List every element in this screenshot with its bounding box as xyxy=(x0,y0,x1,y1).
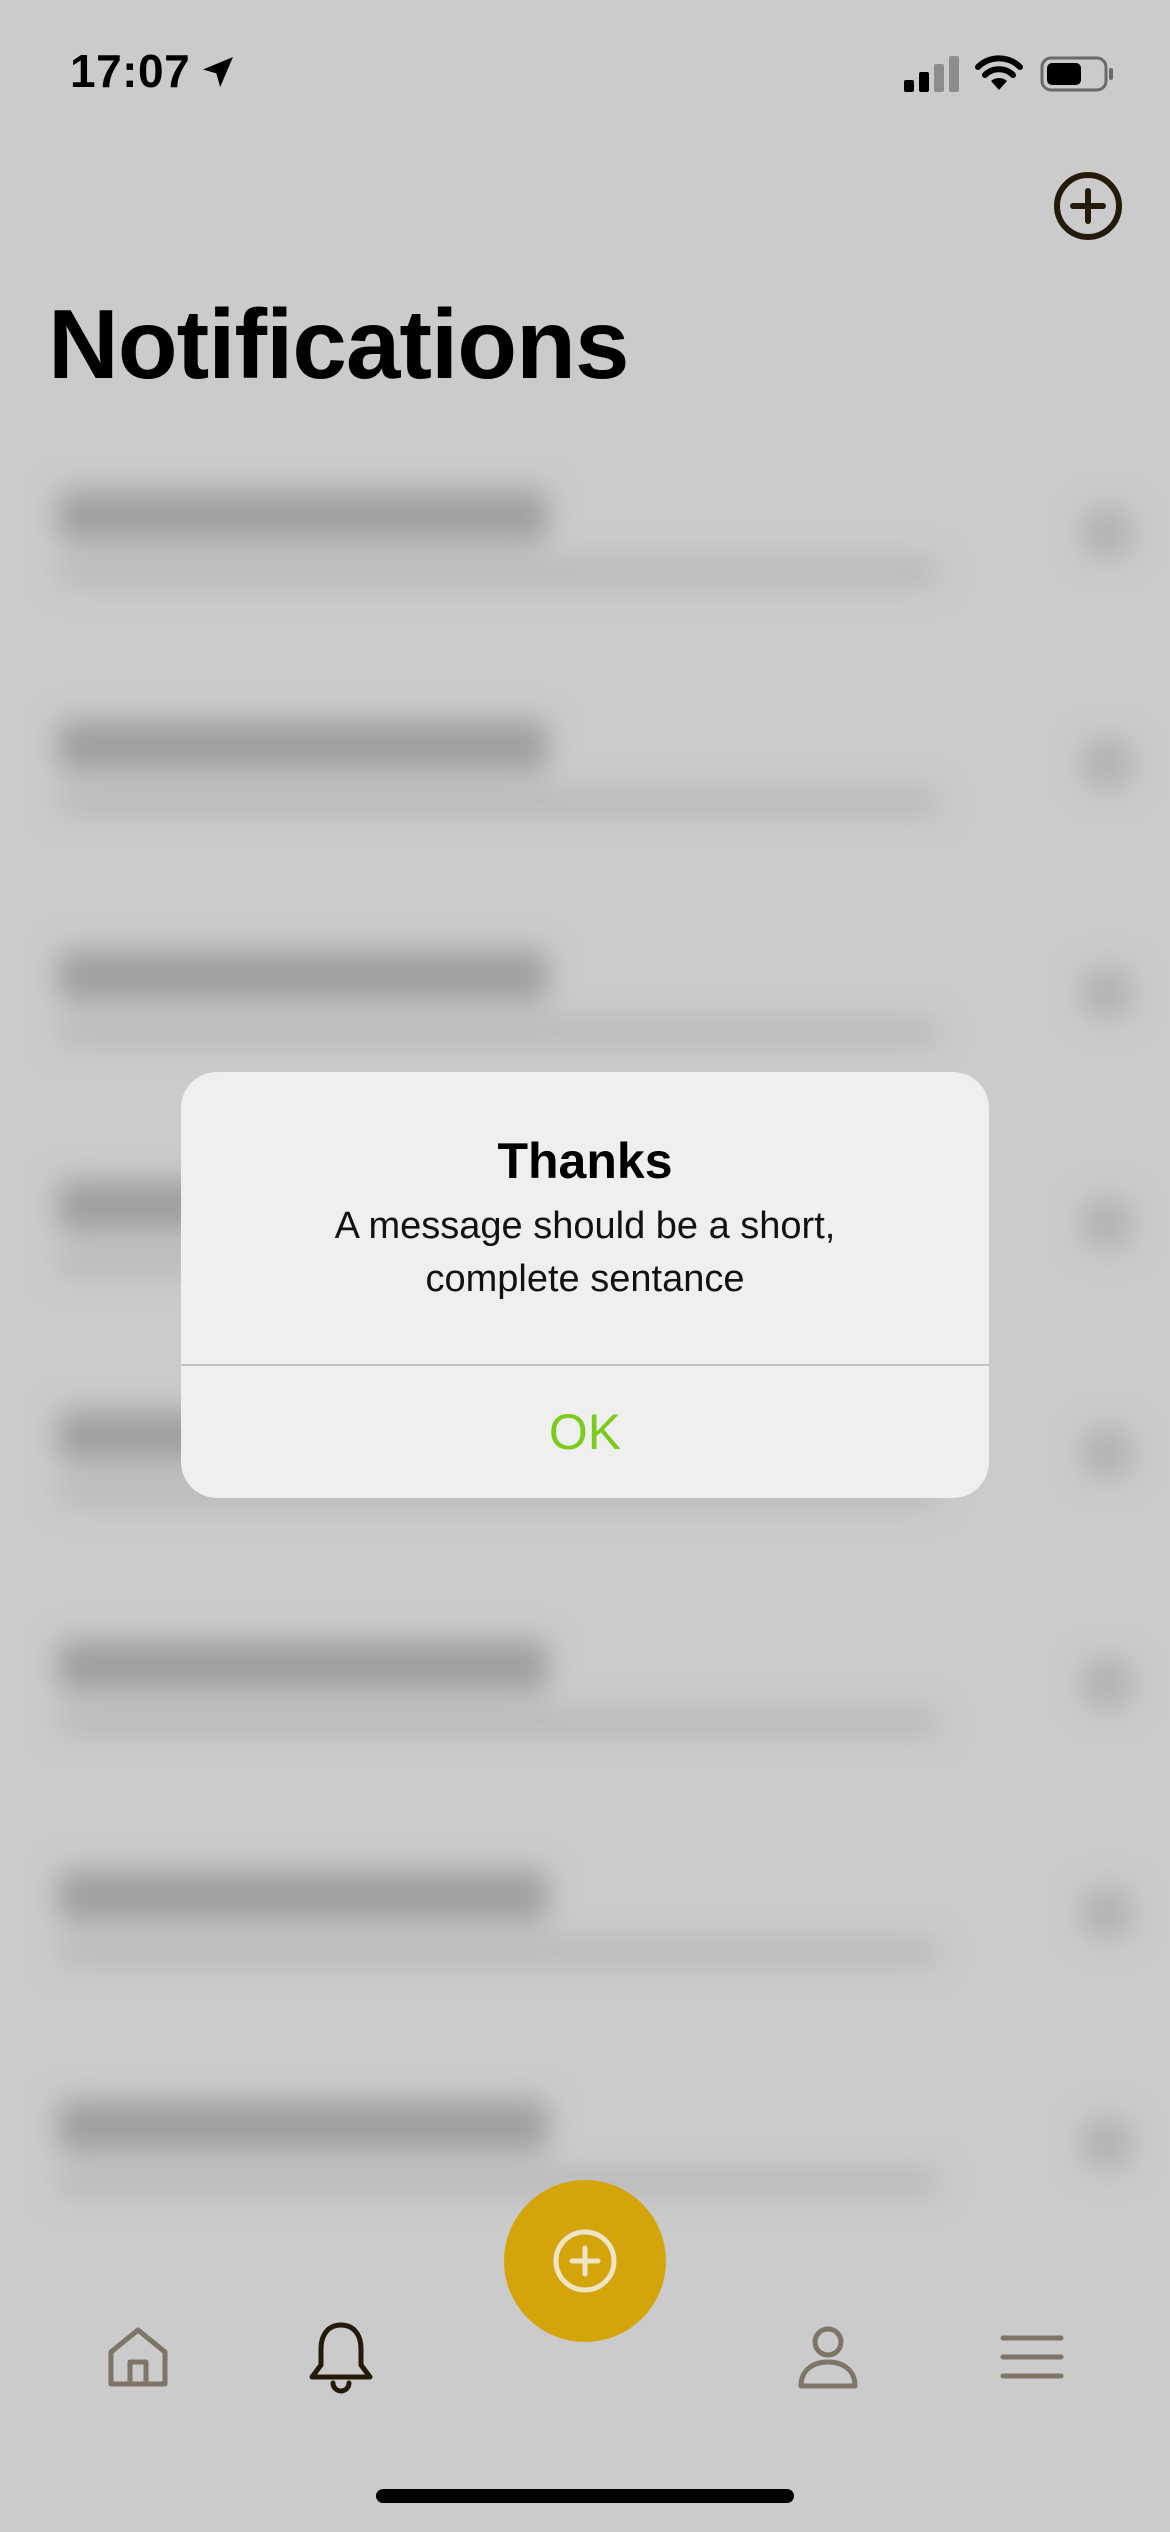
alert-title: Thanks xyxy=(497,1133,673,1189)
home-icon xyxy=(108,2327,168,2387)
bell-icon xyxy=(309,2322,373,2394)
status-time: 17:07 xyxy=(70,45,191,97)
tab-notifications[interactable] xyxy=(296,2312,386,2402)
add-notification-button[interactable] xyxy=(1052,170,1124,242)
location-arrow-icon xyxy=(203,57,233,87)
list-item[interactable] xyxy=(0,1620,1170,1780)
create-button[interactable] xyxy=(504,2180,666,2342)
tab-bar xyxy=(0,2180,1170,2532)
alert-dialog: Thanks A message should be a short, comp… xyxy=(181,1072,989,1498)
ok-button[interactable]: OK xyxy=(181,1366,989,1498)
menu-icon xyxy=(1000,2335,1064,2379)
wifi-icon xyxy=(975,55,1023,90)
battery-icon xyxy=(1040,56,1113,92)
list-item[interactable] xyxy=(0,1850,1170,2010)
list-item[interactable] xyxy=(0,470,1170,630)
tab-profile[interactable] xyxy=(783,2312,873,2402)
cellular-signal-icon xyxy=(904,56,959,92)
status-bar: 17:07 xyxy=(0,0,1170,150)
tab-menu[interactable] xyxy=(987,2312,1077,2402)
page-title: Notifications xyxy=(48,289,629,399)
tab-home[interactable] xyxy=(93,2312,183,2402)
home-indicator xyxy=(376,2489,794,2503)
alert-message: A message should be a short, complete se… xyxy=(334,1205,836,1300)
list-item[interactable] xyxy=(0,930,1170,1090)
plus-circle-icon xyxy=(553,2229,617,2293)
list-item[interactable] xyxy=(0,700,1170,860)
person-icon xyxy=(798,2326,858,2389)
